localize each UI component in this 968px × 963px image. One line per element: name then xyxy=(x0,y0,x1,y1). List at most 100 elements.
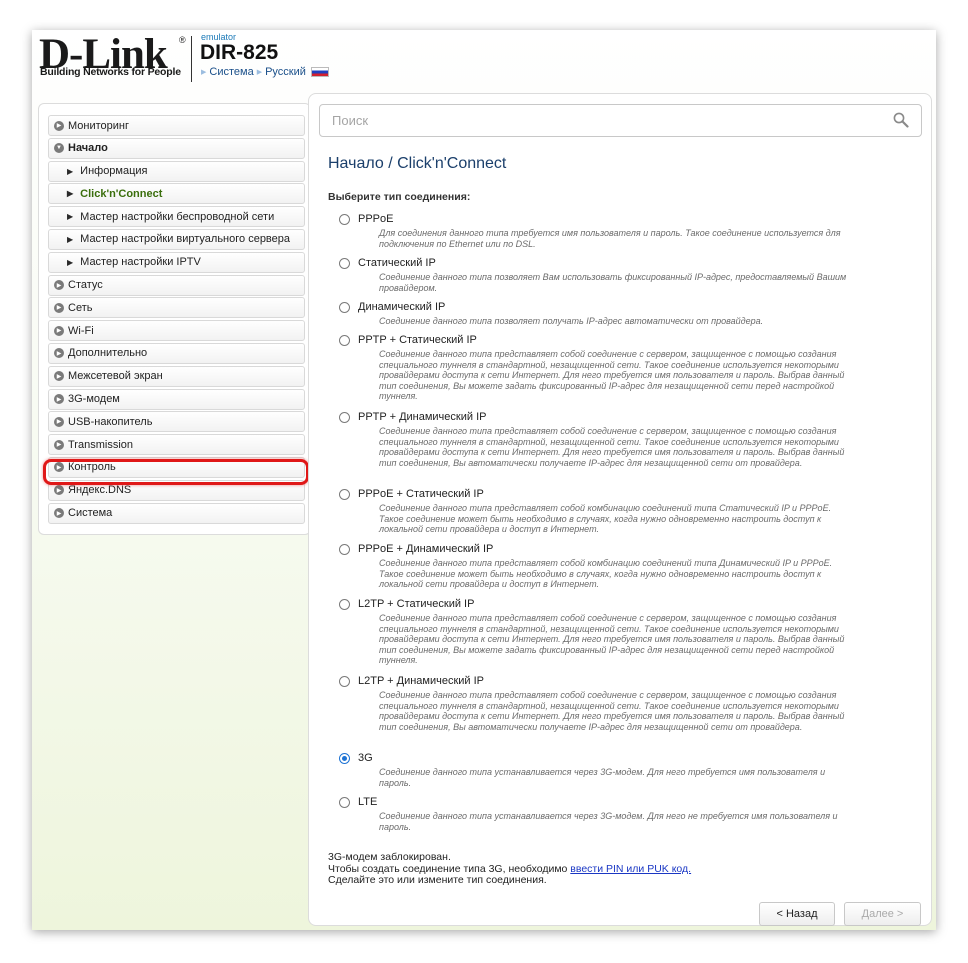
sidebar: ▶ Мониторинг ▼ Начало ▶ Информация ▶ Click'n… xyxy=(38,103,311,535)
arrow-right-icon: ▶ xyxy=(67,166,74,176)
sidebar-item-control[interactable]: ▶ Контроль xyxy=(48,456,305,478)
sidebar-item-information[interactable]: ▶ Информация xyxy=(48,160,305,182)
triangle-right-icon: ▶ xyxy=(256,69,263,76)
radio-button[interactable] xyxy=(339,412,350,423)
option-description: Для соединения данного типа требуется им… xyxy=(379,228,841,249)
router-web-ui: D-Link ® Building Networks for People em… xyxy=(32,30,936,930)
search-input[interactable] xyxy=(319,104,922,137)
header-divider xyxy=(191,36,192,82)
option-description: Соединение данного типа устанавливается … xyxy=(379,811,838,832)
option-description: Соединение данного типа представляет соб… xyxy=(379,426,845,468)
logo-registered-mark: ® xyxy=(179,35,186,45)
sidebar-item-label: Сеть xyxy=(68,301,93,314)
sidebar-item-label: USB-накопитель xyxy=(68,415,153,428)
search-icon[interactable] xyxy=(892,111,910,129)
next-button[interactable]: Далее > xyxy=(844,902,921,926)
connection-type-label: Выберите тип соединения: xyxy=(328,191,471,203)
radio-button-selected[interactable] xyxy=(339,753,350,764)
sidebar-item-label: Мониторинг xyxy=(68,119,130,132)
option-description: Соединение данного типа представляет соб… xyxy=(379,690,845,732)
sidebar-item-monitoring[interactable]: ▶ Мониторинг xyxy=(48,115,305,136)
sidebar-item-label: Transmission xyxy=(68,438,133,451)
radio-button[interactable] xyxy=(339,489,350,500)
expand-bullet-icon: ▶ xyxy=(54,120,64,131)
sidebar-item-label: Мастер настройки беспроводной сети xyxy=(80,210,275,223)
option-description: Соединение данного типа позволяет Вам ис… xyxy=(379,272,847,293)
modem-status-message: 3G-модем заблокирован. Чтобы создать сое… xyxy=(328,851,691,887)
option-label: PPPoE xyxy=(358,213,394,225)
sidebar-item-status[interactable]: ▶ Статус xyxy=(48,274,305,296)
sidebar-item-yandex-dns[interactable]: ▶ Яндекс.DNS xyxy=(48,479,305,501)
expand-bullet-icon: ▶ xyxy=(54,371,64,382)
option-description: Соединение данного типа устанавливается … xyxy=(379,767,826,788)
sidebar-item-label: Click'n'Connect xyxy=(80,187,163,200)
collapse-bullet-icon: ▼ xyxy=(54,143,64,154)
arrow-right-icon: ▶ xyxy=(67,189,74,199)
option-label: L2TP + Статический IP xyxy=(358,598,475,610)
russian-flag-icon[interactable] xyxy=(310,67,329,77)
option-label: 3G xyxy=(358,752,373,764)
sidebar-item-label: Контроль xyxy=(68,461,116,474)
sidebar-item-label: Информация xyxy=(80,165,148,178)
radio-button[interactable] xyxy=(339,599,350,610)
model-name: DIR-825 xyxy=(200,41,279,64)
status-line: Сделайте это или измените тип соединения… xyxy=(328,874,547,886)
sidebar-item-system[interactable]: ▶ Система xyxy=(48,502,305,524)
radio-button[interactable] xyxy=(339,797,350,808)
sidebar-item-start[interactable]: ▼ Начало xyxy=(48,137,305,159)
system-link[interactable]: Система xyxy=(209,66,253,78)
sidebar-nav: ▶ Мониторинг ▼ Начало ▶ Информация ▶ Click'n… xyxy=(48,115,305,525)
sidebar-item-label: Дополнительно xyxy=(68,347,148,360)
sidebar-item-usb-storage[interactable]: ▶ USB-накопитель xyxy=(48,411,305,433)
radio-button[interactable] xyxy=(339,676,350,687)
status-text: Чтобы создать соединение типа 3G, необхо… xyxy=(328,862,568,875)
option-label: PPPoE + Динамический IP xyxy=(358,543,494,555)
sidebar-item-label: Wi-Fi xyxy=(68,324,94,337)
arrow-right-icon: ▶ xyxy=(67,212,74,222)
sidebar-item-label: Межсетевой экран xyxy=(68,370,163,383)
radio-button[interactable] xyxy=(339,214,350,225)
sidebar-item-virtual-server-wizard[interactable]: ▶ Мастер настройки виртуального сервера xyxy=(48,228,305,250)
sidebar-item-firewall[interactable]: ▶ Межсетевой экран xyxy=(48,365,305,387)
sidebar-item-wireless-wizard[interactable]: ▶ Мастер настройки беспроводной сети xyxy=(48,206,305,228)
sidebar-item-wifi[interactable]: ▶ Wi-Fi xyxy=(48,320,305,342)
option-description: Соединение данного типа позволяет получа… xyxy=(379,316,764,326)
option-description: Соединение данного типа представляет соб… xyxy=(379,558,833,590)
radio-button[interactable] xyxy=(339,302,350,313)
option-label: Динамический IP xyxy=(358,301,446,313)
radio-button[interactable] xyxy=(339,258,350,269)
option-description: Соединение данного типа представляет соб… xyxy=(379,349,845,402)
page-title-current: Click'n'Connect xyxy=(397,155,507,172)
sidebar-item-label: Статус xyxy=(68,279,103,292)
sidebar-item-network[interactable]: ▶ Сеть xyxy=(48,297,305,319)
option-label: L2TP + Динамический IP xyxy=(358,675,485,687)
expand-bullet-icon: ▶ xyxy=(54,302,64,313)
main-content: Начало / Click'n'Connect Выберите тип со… xyxy=(308,93,932,926)
dlink-logo[interactable]: D-Link ® Building Networks for People xyxy=(39,33,187,85)
header-links: ▶ Система ▶ Русский xyxy=(201,66,329,78)
expand-bullet-icon: ▶ xyxy=(54,394,64,405)
sidebar-item-iptv-wizard[interactable]: ▶ Мастер настройки IPTV xyxy=(48,251,305,273)
sidebar-item-label: 3G-модем xyxy=(68,393,120,406)
sidebar-item-3g-modem[interactable]: ▶ 3G-модем xyxy=(48,388,305,410)
option-label: PPPoE + Статический IP xyxy=(358,488,484,500)
radio-button[interactable] xyxy=(339,544,350,555)
sidebar-item-label: Система xyxy=(68,507,113,520)
expand-bullet-icon: ▶ xyxy=(54,348,64,359)
arrow-right-icon: ▶ xyxy=(67,257,74,267)
option-description: Соединение данного типа представляет соб… xyxy=(379,503,832,535)
option-label: PPTP + Статический IP xyxy=(358,334,477,346)
option-label: Статический IP xyxy=(358,257,436,269)
sidebar-item-label: Начало xyxy=(68,142,108,155)
sidebar-item-transmission[interactable]: ▶ Transmission xyxy=(48,434,305,456)
expand-bullet-icon: ▶ xyxy=(54,439,64,450)
back-button[interactable]: < Назад xyxy=(759,902,835,926)
radio-button[interactable] xyxy=(339,335,350,346)
expand-bullet-icon: ▶ xyxy=(54,280,64,291)
language-link[interactable]: Русский xyxy=(265,66,306,78)
sidebar-item-advanced[interactable]: ▶ Дополнительно xyxy=(48,342,305,364)
breadcrumb-start: Начало / xyxy=(328,155,393,172)
option-label: PPTP + Динамический IP xyxy=(358,411,487,423)
sidebar-item-click-n-connect[interactable]: ▶ Click'n'Connect xyxy=(48,183,305,205)
enter-pin-puk-link[interactable]: ввести PIN или PUK код. xyxy=(570,863,691,875)
